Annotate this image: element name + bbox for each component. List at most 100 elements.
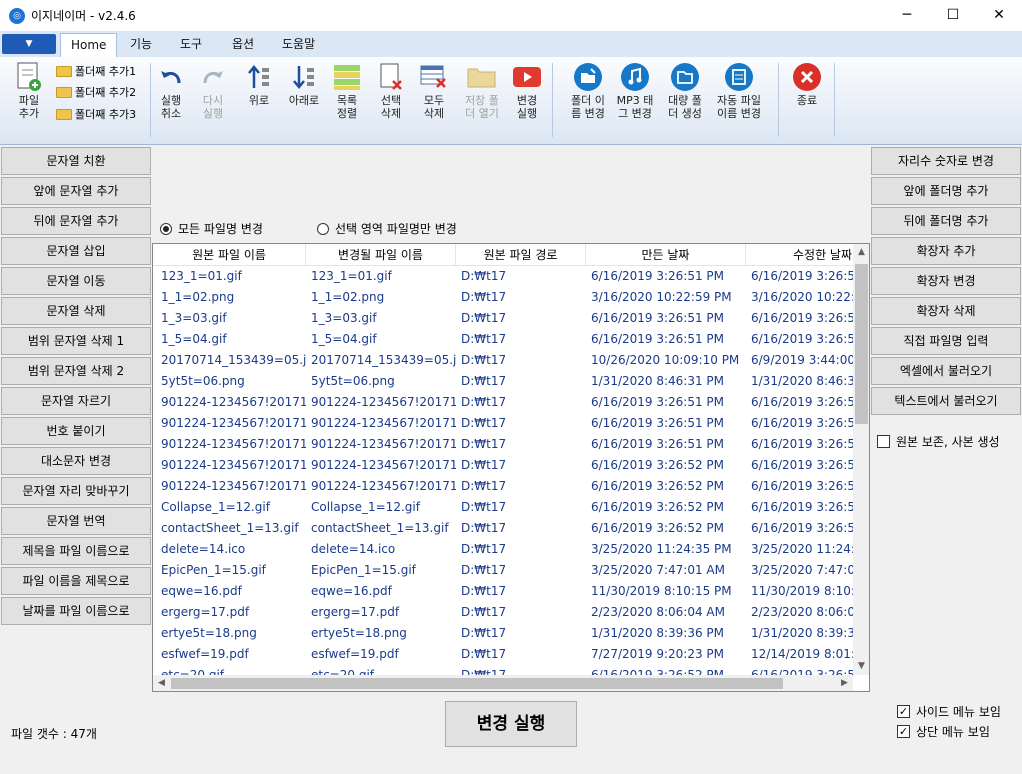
scroll-left-arrow[interactable]: ◀ [153,675,170,691]
auto-rename-button[interactable]: 자동 파일 이름 변경 [708,62,770,140]
table-row[interactable]: esfwef=19.pdf esfwef=19.pdf D:₩t17 7/27/201… [153,644,853,665]
show-top-menu-checkbox[interactable]: ✓ 상단 메뉴 보임 [897,723,990,740]
horizontal-scrollbar[interactable]: ◀ ▶ [153,675,853,691]
table-row[interactable]: 901224-1234567!2017101 901224-1234567!201… [153,476,853,497]
open-save-folder-button[interactable]: 저장 폴 더 열기 [459,62,505,140]
table-row[interactable]: 20170714_153439=05.jpg 20170714_153439=05… [153,350,853,371]
sort-list-button[interactable]: 목록 정렬 [330,62,364,140]
scroll-up-arrow[interactable]: ▲ [853,244,869,261]
table-row[interactable]: etc=20.gif etc=20.gif D:₩t17 6/16/2019 3:26… [153,665,853,675]
table-row[interactable]: EpicPen_1=15.gif EpicPen_1=15.gif D:₩t17 3/… [153,560,853,581]
delete-selected-button[interactable]: 선택 삭제 [374,62,408,140]
append-folder-name-button[interactable]: 뒤에 폴더명 추가 [871,207,1021,235]
table-row[interactable]: 901224-1234567!2017101 901224-1234567!201… [153,392,853,413]
execute-change-button[interactable]: 변경 실행 [445,701,577,747]
delete-all-button[interactable]: 모두 삭제 [417,62,451,140]
filename-to-title-button[interactable]: 파일 이름을 제목으로 [1,567,151,595]
show-side-menu-checkbox[interactable]: ✓ 사이드 메뉴 보임 [897,703,1001,720]
add-folder-1-button[interactable]: 폴더째 추가1 [56,61,136,81]
scroll-right-arrow[interactable]: ▶ [836,675,853,691]
redo-button[interactable]: 다시 실행 [196,62,230,140]
run-change-button[interactable]: 변경 실행 [509,62,545,140]
radio-all-files[interactable]: 모든 파일명 변경 [160,220,263,237]
replace-string-button[interactable]: 문자열 치환 [1,147,151,175]
translate-string-button[interactable]: 문자열 번역 [1,507,151,535]
keep-original-checkbox[interactable]: 원본 보존, 사본 생성 [877,433,1000,450]
title-to-filename-button[interactable]: 제목을 파일 이름으로 [1,537,151,565]
maximize-button[interactable]: ☐ [930,0,976,31]
load-from-excel-button[interactable]: 엑셀에서 불러오기 [871,357,1021,385]
file-list-grid[interactable]: 원본 파일 이름 변경될 파일 이름 원본 파일 경로 만든 날짜 수정한 날짜… [152,243,870,692]
insert-string-button[interactable]: 문자열 삽입 [1,237,151,265]
folder-edit-icon [573,62,603,92]
table-row[interactable]: delete=14.ico delete=14.ico D:₩t17 3/25/202… [153,539,853,560]
horizontal-scroll-thumb[interactable] [171,678,783,689]
table-row[interactable]: Collapse_1=12.gif Collapse_1=12.gif D:₩t17… [153,497,853,518]
column-header-new-name[interactable]: 변경될 파일 이름 [306,244,456,266]
column-header-modified[interactable]: 수정한 날짜 [746,244,866,266]
case-change-button[interactable]: 대소문자 변경 [1,447,151,475]
column-header-created[interactable]: 만든 날짜 [586,244,746,266]
change-extension-button[interactable]: 확장자 변경 [871,267,1021,295]
minimize-button[interactable]: ─ [884,0,930,31]
cell-new-name: 901224-1234567!2017101 [311,458,456,472]
scroll-down-arrow[interactable]: ▼ [853,658,869,675]
date-to-filename-button[interactable]: 날짜를 파일 이름으로 [1,597,151,625]
table-row[interactable]: 5yt5t=06.png 5yt5t=06.png D:₩t17 1/31/2020 … [153,371,853,392]
column-header-original-name[interactable]: 원본 파일 이름 [153,244,306,266]
folder-rename-button[interactable]: 폴더 이 름 변경 [563,62,613,140]
close-button[interactable]: ✕ [976,0,1022,31]
tab-help[interactable]: 도움말 [272,33,325,57]
cell-modified: 6/16/2019 3:26:51 [751,269,853,283]
cell-original-name: 901224-1234567!2017101 [161,395,306,409]
table-row[interactable]: ertye5t=18.png ertye5t=18.png D:₩t17 1/31/2… [153,623,853,644]
move-string-button[interactable]: 문자열 이동 [1,267,151,295]
cell-path: D:₩t17 [461,605,507,619]
mp3-tag-button[interactable]: MP3 태 그 변경 [611,62,659,140]
tab-options[interactable]: 옵션 [222,33,264,57]
vertical-scrollbar[interactable]: ▲ ▼ [853,244,869,675]
cell-created: 6/16/2019 3:26:51 PM [591,437,725,451]
numbering-button[interactable]: 번호 붙이기 [1,417,151,445]
table-row[interactable]: 1_3=03.gif 1_3=03.gif D:₩t17 6/16/2019 3:26… [153,308,853,329]
prepend-folder-name-button[interactable]: 앞에 폴더명 추가 [871,177,1021,205]
delete-string-button[interactable]: 문자열 삭제 [1,297,151,325]
table-row[interactable]: ergerg=17.pdf ergerg=17.pdf D:₩t17 2/23/202… [153,602,853,623]
table-row[interactable]: eqwe=16.pdf eqwe=16.pdf D:₩t17 11/30/2019 8… [153,581,853,602]
radio-selection-only[interactable]: 선택 영역 파일명만 변경 [317,220,457,237]
table-row[interactable]: 123_1=01.gif 123_1=01.gif D:₩t17 6/16/2019 … [153,266,853,287]
tab-home[interactable]: Home [60,33,118,57]
undo-button[interactable]: 실행 취소 [154,62,188,140]
column-header-path[interactable]: 원본 파일 경로 [456,244,586,266]
table-row[interactable]: 1_1=02.png 1_1=02.png D:₩t17 3/16/2020 10:2… [153,287,853,308]
table-row[interactable]: 1_5=04.gif 1_5=04.gif D:₩t17 6/16/2019 3:26… [153,329,853,350]
digits-to-number-button[interactable]: 자리수 숫자로 변경 [871,147,1021,175]
table-row[interactable]: contactSheet_1=13.gif contactSheet_1=13.g… [153,518,853,539]
exit-button[interactable]: 종료 [788,62,826,140]
swap-string-button[interactable]: 문자열 자리 맞바꾸기 [1,477,151,505]
delete-extension-button[interactable]: 확장자 삭제 [871,297,1021,325]
table-row[interactable]: 901224-1234567!2017101 901224-1234567!201… [153,413,853,434]
append-string-button[interactable]: 뒤에 문자열 추가 [1,207,151,235]
vertical-scroll-thumb[interactable] [855,264,868,424]
prepend-string-button[interactable]: 앞에 문자열 추가 [1,177,151,205]
cell-original-name: 1_5=04.gif [161,332,227,346]
add-folder-3-button[interactable]: 폴더째 추가3 [56,104,136,124]
tab-tools[interactable]: 도구 [170,33,212,57]
table-row[interactable]: 901224-1234567!2017101 901224-1234567!201… [153,455,853,476]
tab-features[interactable]: 기능 [120,33,162,57]
cut-string-button[interactable]: 문자열 자르기 [1,387,151,415]
bulk-folder-button[interactable]: 대량 폴 더 생성 [661,62,709,140]
manual-filename-button[interactable]: 직접 파일명 입력 [871,327,1021,355]
app-menu-button[interactable]: ▼ [2,34,56,54]
ribbon-tab-bar: ▼ Home 기능 도구 옵션 도움말 [0,31,1022,57]
add-extension-button[interactable]: 확장자 추가 [871,237,1021,265]
move-down-button[interactable]: 아래로 [284,62,324,140]
load-from-text-button[interactable]: 텍스트에서 불러오기 [871,387,1021,415]
range-delete-1-button[interactable]: 범위 문자열 삭제 1 [1,327,151,355]
move-up-button[interactable]: 위로 [242,62,276,140]
add-folder-2-button[interactable]: 폴더째 추가2 [56,82,136,102]
table-row[interactable]: 901224-1234567!2017101 901224-1234567!201… [153,434,853,455]
range-delete-2-button[interactable]: 범위 문자열 삭제 2 [1,357,151,385]
add-file-button[interactable]: 파일 추가 [8,62,50,140]
